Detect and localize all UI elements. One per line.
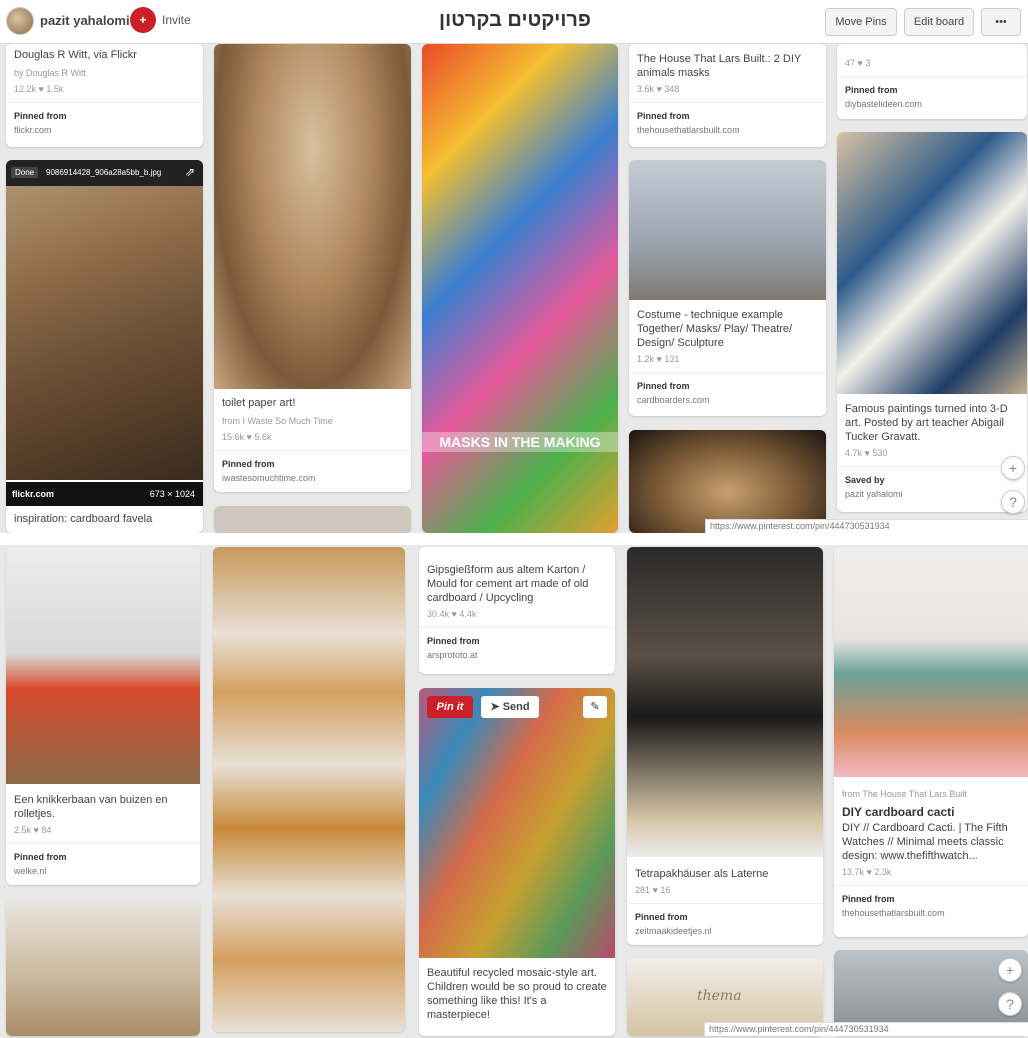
pin-card-cardboard-slide[interactable] — [6, 900, 200, 1036]
move-pins-button[interactable]: Move Pins — [825, 8, 897, 36]
pin-card-cardboard-cacti[interactable]: from The House That Lars Built DIY cardb… — [834, 547, 1028, 937]
pin-via[interactable]: from The House That Lars Built — [842, 787, 1020, 801]
pin-stats: 30.4k ♥ 4.4k — [427, 609, 477, 619]
invite-icon[interactable]: + — [130, 7, 156, 33]
help-icon[interactable]: ? — [1001, 490, 1025, 514]
pin-card-gipsgiessform[interactable]: Gipsgießform aus altem Karton / Mould fo… — [419, 547, 615, 674]
pin-card-toilet-roll-owls[interactable] — [213, 547, 405, 1032]
pin-image[interactable] — [837, 132, 1027, 394]
pinned-from-label: Pinned from — [637, 381, 690, 391]
board-header: pazit yahalomi + Invite פרויקטים בקרטון … — [0, 0, 1028, 44]
flickr-footer: flickr.com 673 × 1024 — [6, 482, 203, 506]
pin-image[interactable] — [627, 547, 823, 857]
pin-title: Gipsgießform aus altem Karton / Mould fo… — [427, 564, 589, 604]
pin-source[interactable]: iwastesomuchtime.com — [222, 471, 403, 485]
plus-icon[interactable]: + — [998, 958, 1022, 982]
user-avatar[interactable] — [6, 7, 34, 35]
pin-source[interactable]: diybastelideen.com — [845, 97, 1019, 111]
more-options-button[interactable]: ••• — [981, 8, 1021, 36]
pin-source[interactable]: thehousethatlarsbuilt.com — [637, 123, 818, 137]
pin-stats: 15.6k ♥ 5.6k — [222, 432, 272, 442]
pin-stats: 4.7k ♥ 530 — [845, 448, 888, 458]
pin-source[interactable]: welke.nl — [14, 864, 192, 878]
pin-title: Douglas R Witt, via Flickr — [14, 49, 137, 61]
edit-board-button[interactable]: Edit board — [904, 8, 974, 36]
pin-card-cardboard-favela[interactable]: Done 9086914428_906a28a5bb_b.jpg ⇗ flick… — [6, 160, 203, 533]
pin-stats: 3.6k ♥ 348 — [637, 84, 680, 94]
thema-sign: thema — [697, 988, 742, 1004]
pin-card-famous-paintings[interactable]: Famous paintings turned into 3-D art. Po… — [837, 132, 1027, 512]
done-button[interactable]: Done — [11, 167, 39, 178]
pin-source[interactable]: thehousethatlarsbuilt.com — [842, 906, 1020, 920]
pin-card-bow[interactable] — [629, 430, 826, 533]
pin-card-tetrapak-lanterns[interactable]: Tetrapakhäuser als Laterne 281 ♥ 16 Pinn… — [627, 547, 823, 945]
edit-pencil-icon[interactable]: ✎ — [583, 696, 607, 718]
pin-image[interactable] — [834, 547, 1028, 777]
pinned-from-label: Pinned from — [14, 111, 67, 121]
saved-by-label: Saved by — [845, 475, 885, 485]
pinned-from-label: Pinned from — [222, 459, 275, 469]
pin-title: Costume - technique example Together/ Ma… — [637, 309, 793, 349]
pinned-from-label: Pinned from — [637, 111, 690, 121]
image-filename: 9086914428_906a28a5bb_b.jpg — [46, 168, 162, 177]
send-label: Send — [502, 701, 530, 713]
pin-card-masks[interactable]: MASKS IN THE MAKING — [422, 44, 618, 533]
saved-by-user[interactable]: pazit yahalomi — [845, 487, 1019, 501]
pin-title: Tetrapakhäuser als Laterne — [635, 868, 769, 880]
pinned-from-label: Pinned from — [14, 852, 67, 862]
pinned-from-label: Pinned from — [845, 85, 898, 95]
pin-stats: 281 ♥ 16 — [635, 885, 671, 895]
pin-image[interactable] — [214, 44, 411, 389]
pin-title: Famous paintings turned into 3-D art. Po… — [845, 403, 1008, 443]
pin-image[interactable] — [419, 688, 615, 958]
pin-stats: 12.2k ♥ 1.5k — [14, 84, 64, 94]
status-url: https://www.pinterest.com/pin/4447305319… — [704, 1022, 1028, 1036]
pin-card-mosaic-art[interactable]: Pin it ➤ Send ✎ Beautiful recycled mosai… — [419, 688, 615, 1036]
image-size: 673 × 1024 — [149, 489, 195, 499]
pin-card-diybastel[interactable]: 47 ♥ 3 Pinned from diybastelideen.com — [837, 44, 1027, 119]
pin-image[interactable] — [6, 547, 200, 784]
pin-title: Een knikkerbaan van buizen en rolletjes. — [14, 794, 168, 820]
username[interactable]: pazit yahalomi — [40, 13, 130, 28]
pin-heading: DIY cardboard cacti — [842, 805, 955, 819]
pin-source[interactable]: zeitmaakideetjes.nl — [635, 924, 815, 938]
plus-icon[interactable]: + — [1001, 456, 1025, 480]
share-icon[interactable]: ⇗ — [185, 165, 195, 179]
pin-title: Beautiful recycled mosaic-style art. Chi… — [427, 967, 607, 1021]
flickr-toolbar: Done 9086914428_906a28a5bb_b.jpg ⇗ — [6, 160, 203, 186]
status-url: https://www.pinterest.com/pin/4447305319… — [705, 519, 1028, 533]
pin-card-knikkerbaan[interactable]: Een knikkerbaan van buizen en rolletjes.… — [6, 547, 200, 885]
board-title: פרויקטים בקרטון — [439, 9, 591, 31]
pin-title: The House That Lars Built.: 2 DIY animal… — [637, 53, 802, 79]
pin-title: DIY // Cardboard Cacti. | The Fifth Watc… — [842, 822, 1008, 862]
masks-caption: MASKS IN THE MAKING — [422, 432, 618, 452]
invite-button[interactable]: Invite — [162, 13, 191, 27]
pin-image[interactable] — [629, 160, 826, 300]
pin-source[interactable]: flickr.com — [14, 123, 195, 137]
pin-it-button[interactable]: Pin it — [427, 696, 473, 718]
pin-title: toilet paper art! — [222, 397, 296, 409]
pin-card-costume[interactable]: Costume - technique example Together/ Ma… — [629, 160, 826, 416]
pin-source[interactable]: cardboarders.com — [637, 393, 818, 407]
pinned-from-label: Pinned from — [427, 636, 480, 646]
pin-source[interactable]: arsprototo.at — [427, 648, 607, 662]
pin-via[interactable]: from I Waste So Much Time — [222, 414, 403, 428]
pin-stats: 2.5k ♥ 84 — [14, 825, 52, 835]
pin-stats: 1.2k ♥ 131 — [637, 354, 680, 364]
pinned-from-label: Pinned from — [635, 912, 688, 922]
pin-card-partial[interactable] — [214, 506, 411, 533]
send-button[interactable]: ➤ Send — [481, 696, 539, 718]
pin-image[interactable] — [6, 160, 203, 480]
pin-stats: 13.7k ♥ 2.3k — [842, 867, 892, 877]
flickr-link[interactable]: flickr.com — [12, 489, 54, 499]
pin-title: inspiration: cardboard favela — [14, 513, 153, 525]
screenshot-divider — [0, 533, 1028, 545]
pin-card-toilet-paper-art[interactable]: toilet paper art! from I Waste So Much T… — [214, 44, 411, 492]
pin-card-flickr-douglas[interactable]: Douglas R Witt, via Flickr by Douglas R … — [6, 44, 203, 147]
pin-via[interactable]: by Douglas R Witt — [14, 66, 195, 80]
pinned-from-label: Pinned from — [842, 894, 895, 904]
help-icon[interactable]: ? — [998, 992, 1022, 1016]
pin-stats: 47 ♥ 3 — [845, 58, 871, 68]
pin-card-lars-masks[interactable]: The House That Lars Built.: 2 DIY animal… — [629, 44, 826, 147]
